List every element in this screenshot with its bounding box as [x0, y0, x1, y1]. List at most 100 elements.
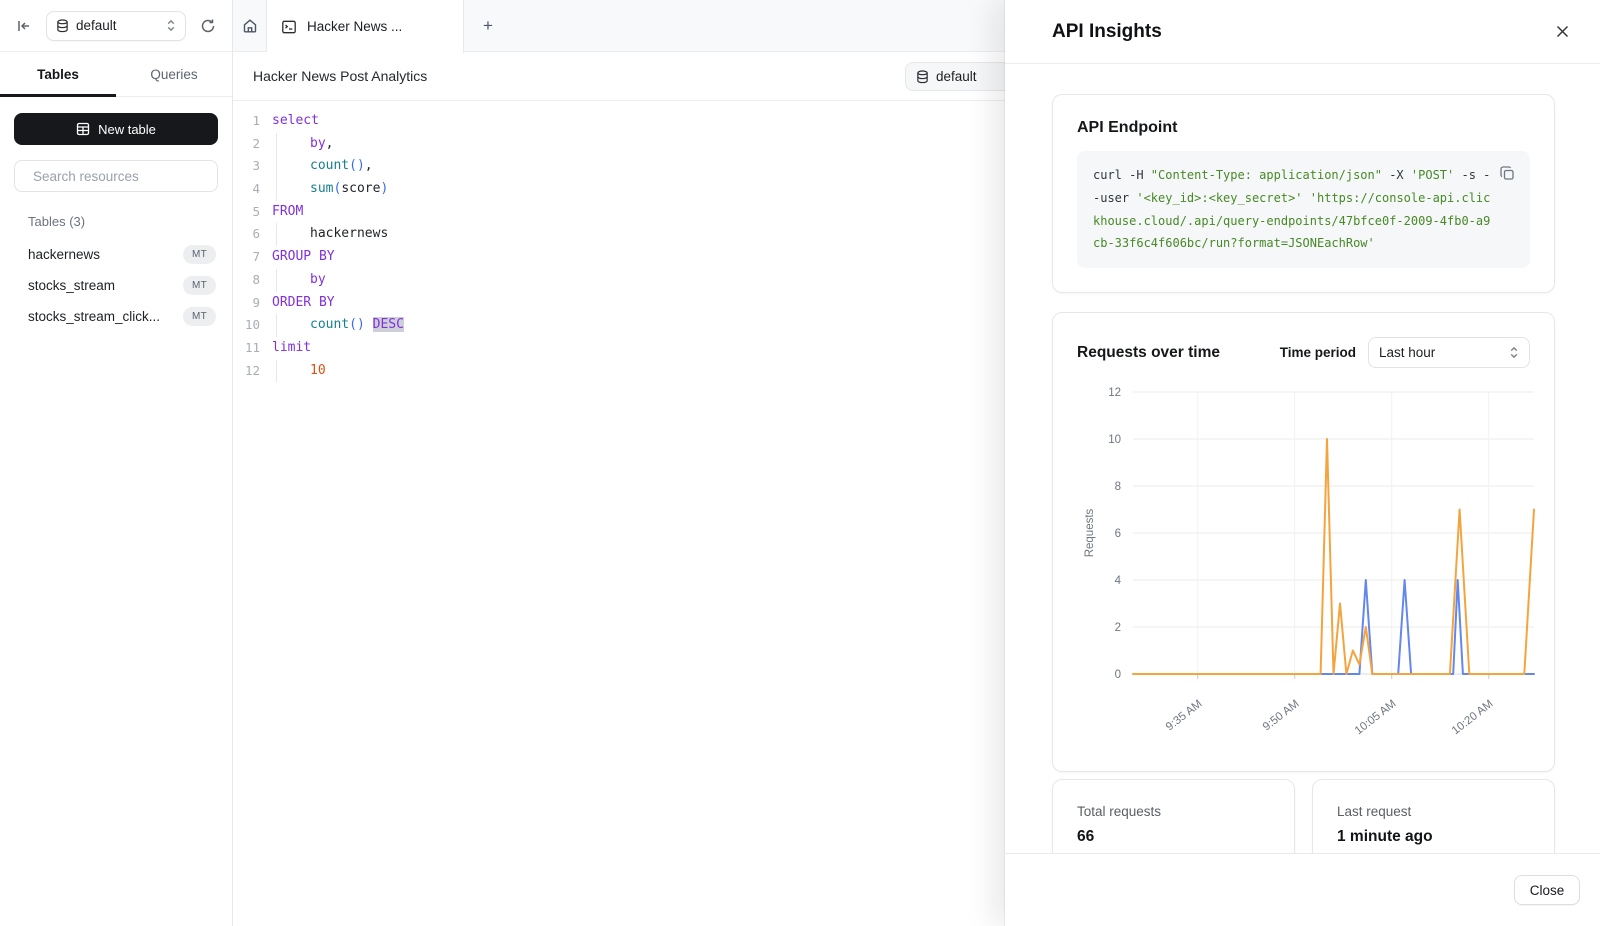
line-number: 4: [233, 178, 260, 201]
svg-text:8: 8: [1115, 481, 1121, 493]
table-list-item[interactable]: stocks_stream MT: [14, 270, 218, 301]
query-tab[interactable]: Hacker News ...: [267, 0, 464, 53]
chevron-up-down-icon: [166, 19, 176, 32]
close-icon: [1555, 24, 1570, 39]
indent-guide: [276, 155, 310, 178]
table-engine-badge: MT: [183, 276, 216, 295]
svg-text:4: 4: [1115, 575, 1122, 587]
total-requests-label: Total requests: [1077, 804, 1270, 819]
svg-text:10: 10: [1108, 434, 1121, 446]
app-window: default Tables Queries New table Tables …: [0, 0, 1600, 926]
last-request-value: 1 minute ago: [1337, 828, 1530, 846]
table-engine-badge: MT: [183, 245, 216, 264]
svg-text:9:35 AM: 9:35 AM: [1164, 698, 1205, 733]
time-period-select[interactable]: Last hour: [1368, 337, 1530, 368]
panel-header: API Insights: [1005, 0, 1600, 64]
table-name: stocks_stream: [28, 278, 115, 293]
time-period-label: Time period: [1280, 345, 1356, 360]
close-button[interactable]: Close: [1514, 875, 1580, 905]
api-endpoint-heading: API Endpoint: [1077, 119, 1530, 137]
refresh-button[interactable]: [196, 14, 220, 38]
indent-guide: [276, 314, 310, 337]
api-insights-panel: API Insights API Endpoint curl -H "Conte…: [1005, 0, 1600, 926]
sidebar-tabs: Tables Queries: [0, 52, 232, 97]
table-list-item[interactable]: stocks_stream_click... MT: [14, 301, 218, 332]
new-table-button[interactable]: New table: [14, 113, 218, 145]
svg-text:10:20 AM: 10:20 AM: [1450, 698, 1496, 737]
svg-text:9:50 AM: 9:50 AM: [1261, 698, 1302, 733]
collapse-sidebar-button[interactable]: [12, 14, 36, 38]
tab-queries-label: Queries: [150, 67, 197, 82]
database-icon: [56, 19, 69, 33]
table-name: hackernews: [28, 247, 100, 262]
line-number: 12: [233, 360, 260, 383]
database-selector[interactable]: default: [46, 11, 186, 41]
svg-text:2: 2: [1115, 622, 1121, 634]
search-resources: [14, 160, 218, 192]
chart-header: Requests over time Time period Last hour: [1053, 337, 1554, 368]
tables-list: hackernewsMTstocks_streamMTstocks_stream…: [14, 239, 218, 332]
sidebar-topbar: default: [0, 0, 232, 52]
terminal-tab-icon: [281, 19, 297, 35]
new-table-label: New table: [98, 122, 156, 137]
sidebar: default Tables Queries New table Tables …: [0, 0, 233, 926]
database-selector-value: default: [76, 18, 159, 33]
line-number: 9: [233, 292, 260, 315]
svg-text:Requests: Requests: [1084, 509, 1096, 558]
total-requests-value: 66: [1077, 828, 1270, 846]
query-title: Hacker News Post Analytics: [253, 68, 427, 84]
query-tab-title: Hacker News ...: [307, 19, 402, 34]
indent-guide: [276, 178, 310, 201]
line-number: 6: [233, 223, 260, 246]
svg-text:0: 0: [1115, 669, 1121, 681]
svg-text:10:05 AM: 10:05 AM: [1353, 698, 1399, 737]
panel-body: API Endpoint curl -H "Content-Type: appl…: [1005, 64, 1600, 926]
table-name: stocks_stream_click...: [28, 309, 160, 324]
line-number: 11: [233, 337, 260, 360]
line-number: 5: [233, 201, 260, 224]
plus-icon: +: [483, 16, 493, 36]
api-endpoint-card: API Endpoint curl -H "Content-Type: appl…: [1052, 94, 1555, 293]
indent-guide: [276, 360, 310, 383]
refresh-icon: [200, 18, 216, 34]
indent-guide: [276, 269, 310, 292]
svg-text:12: 12: [1108, 387, 1121, 399]
line-number: 2: [233, 133, 260, 156]
last-request-label: Last request: [1337, 804, 1530, 819]
chart-title: Requests over time: [1077, 344, 1280, 362]
tables-count-heading: Tables (3): [28, 214, 218, 229]
panel-close-button[interactable]: [1548, 18, 1576, 46]
home-button[interactable]: [233, 0, 267, 51]
collapse-left-icon: [16, 18, 32, 34]
tab-queries[interactable]: Queries: [116, 52, 232, 96]
new-tab-button[interactable]: +: [464, 0, 512, 51]
panel-footer: Close: [1005, 853, 1600, 926]
chevron-up-down-icon: [1509, 346, 1519, 359]
database-chip-value: default: [936, 69, 977, 84]
tab-tables[interactable]: Tables: [0, 52, 116, 96]
table-engine-badge: MT: [183, 307, 216, 326]
line-number: 10: [233, 314, 260, 337]
tab-tables-label: Tables: [37, 67, 79, 82]
table-grid-icon: [76, 122, 90, 136]
indent-guide: [276, 133, 310, 156]
search-input[interactable]: [33, 169, 210, 184]
line-number: 7: [233, 246, 260, 269]
svg-text:6: 6: [1115, 528, 1121, 540]
copy-icon: [1499, 165, 1516, 182]
sidebar-body: New table Tables (3) hackernewsMTstocks_…: [0, 97, 232, 348]
table-list-item[interactable]: hackernews MT: [14, 239, 218, 270]
line-number: 8: [233, 269, 260, 292]
curl-command: curl -H "Content-Type: application/json"…: [1093, 168, 1490, 250]
line-number: 3: [233, 155, 260, 178]
indent-guide: [276, 223, 310, 246]
curl-code-block: curl -H "Content-Type: application/json"…: [1077, 151, 1530, 268]
requests-over-time-card: Requests over time Time period Last hour…: [1052, 312, 1555, 772]
line-number: 1: [233, 110, 260, 133]
home-icon: [242, 18, 258, 34]
database-icon: [916, 70, 929, 84]
time-period-value: Last hour: [1379, 345, 1501, 360]
copy-button[interactable]: [1496, 162, 1518, 184]
requests-chart: 0 2 4 6 8 10 12 9:35 AM 9:50 AM 10:05 AM 10:20 AM R…: [1053, 374, 1556, 756]
panel-title: API Insights: [1052, 21, 1162, 43]
